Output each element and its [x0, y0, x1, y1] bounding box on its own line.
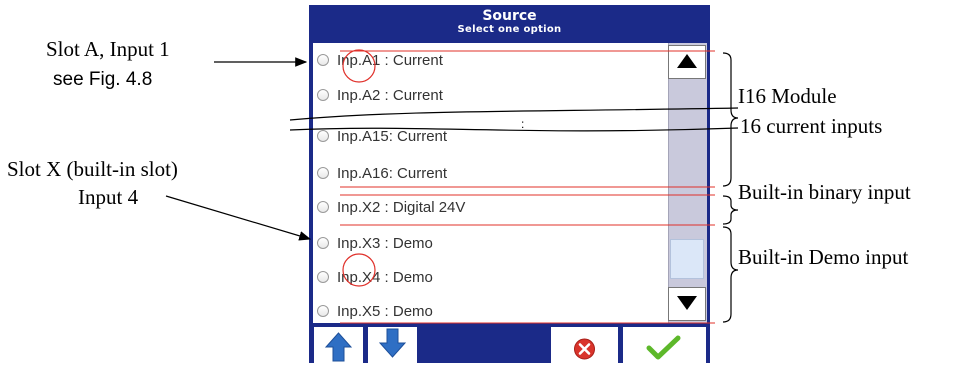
ellipsis-mark: :: [521, 117, 524, 131]
break-line-top: [289, 107, 739, 121]
group-separator-lines: [340, 50, 715, 324]
highlight-circle-x4: [342, 253, 376, 287]
highlight-circle-a1: [342, 49, 376, 83]
brace-i16: [722, 52, 739, 187]
brace-binary: [722, 195, 739, 225]
annotation-overlay: :: [165, 49, 739, 324]
arrow-slot-x: [165, 195, 312, 241]
break-line-bottom: [289, 127, 739, 132]
brace-demo: [722, 226, 739, 323]
